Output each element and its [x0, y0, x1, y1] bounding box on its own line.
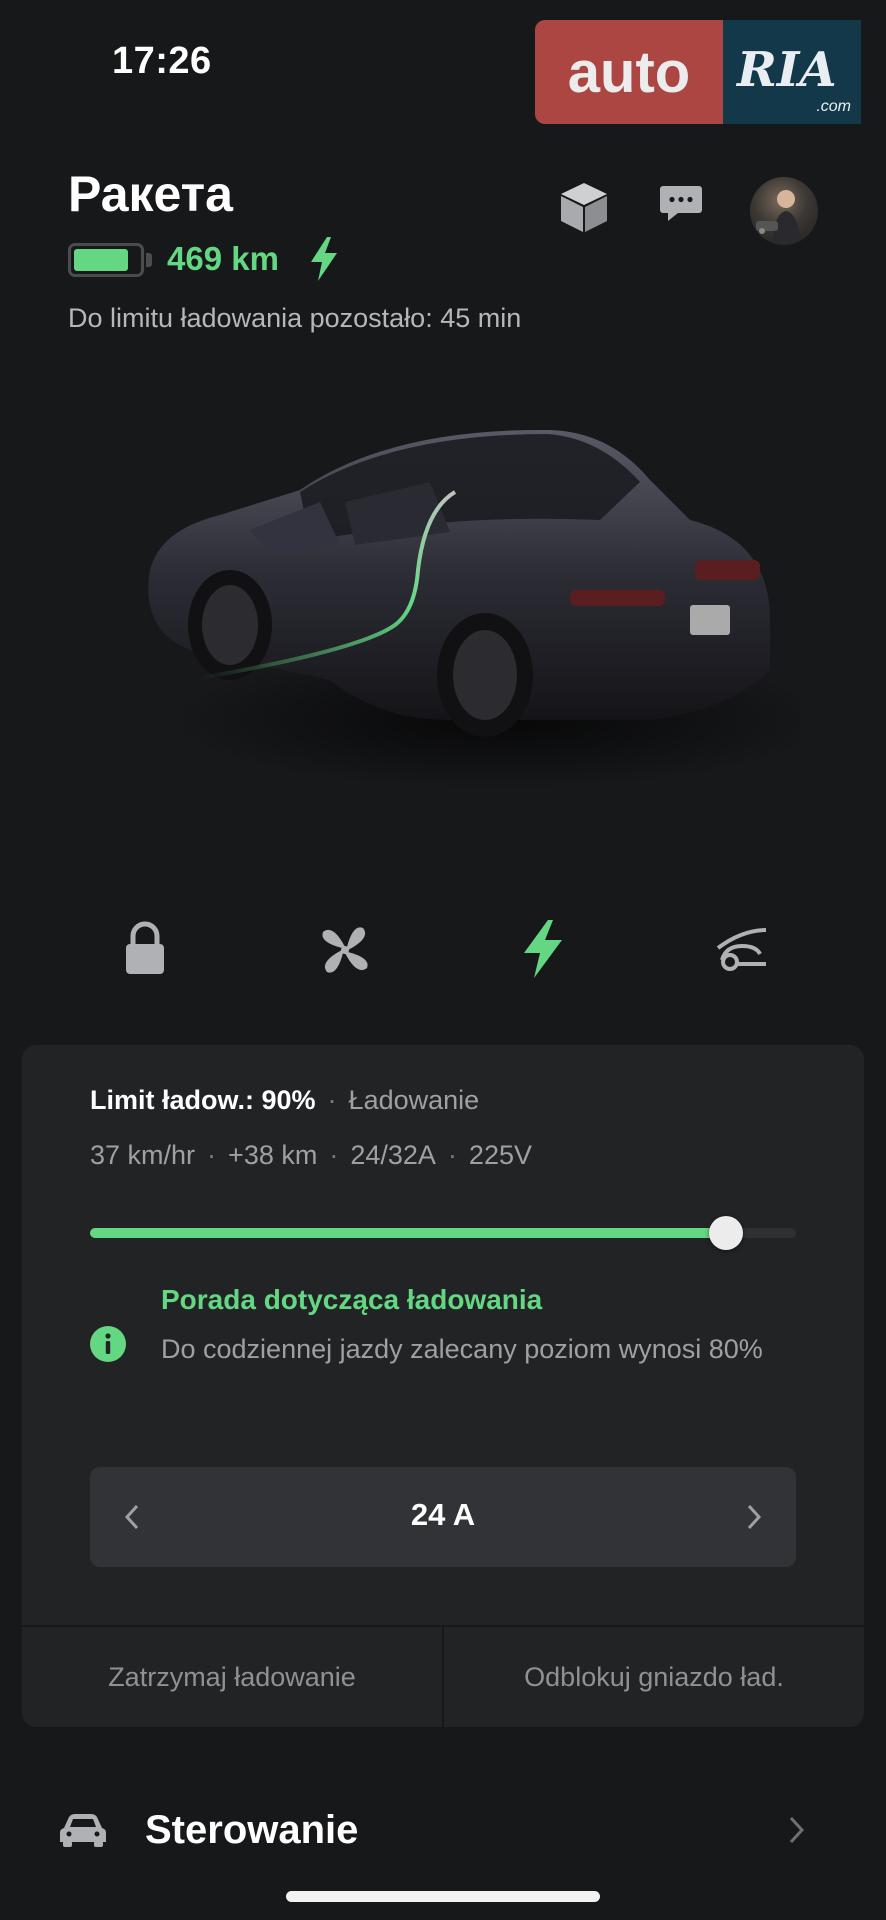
- charge-limit-slider-thumb[interactable]: [709, 1216, 743, 1250]
- charge-limit-label[interactable]: Limit ładow.: 90%: [90, 1085, 316, 1115]
- charge-voltage: 225V: [468, 1140, 532, 1170]
- watermark-auto: auto: [535, 20, 723, 124]
- amp-selector: 24 A: [90, 1467, 796, 1567]
- charge-rate: 37 km/hr: [90, 1140, 196, 1170]
- info-icon: [90, 1326, 126, 1367]
- tip-title: Porada dotycząca ładowania: [161, 1284, 543, 1315]
- charge-limit-slider[interactable]: [90, 1228, 796, 1238]
- wiper-icon[interactable]: [712, 920, 772, 979]
- charge-stats: 37 km/hr · +38 km · 24/32A · 225V: [90, 1140, 532, 1170]
- stop-charging-button[interactable]: Zatrzymaj ładowanie: [22, 1627, 442, 1727]
- car-name[interactable]: Ракета: [68, 165, 233, 223]
- charging-bolt-icon: [309, 237, 339, 286]
- watermark-logo: auto RIA .com: [535, 20, 865, 124]
- home-indicator[interactable]: [286, 1891, 600, 1902]
- range-text: 469 km: [167, 240, 279, 277]
- watermark-ria: RIA .com: [723, 20, 861, 124]
- chevron-right-icon: [786, 1814, 806, 1851]
- unlock-port-button[interactable]: Odblokuj gniazdo ład.: [444, 1627, 864, 1727]
- bolt-icon[interactable]: [520, 920, 566, 983]
- lock-icon[interactable]: [120, 920, 170, 981]
- watermark-com-text: .com: [816, 98, 851, 115]
- battery-indicator: [68, 243, 144, 277]
- charge-limit-line: Limit ładow.: 90% · Ładowanie: [90, 1085, 480, 1115]
- battery-nub: [146, 253, 152, 267]
- chevron-right-icon: [747, 1504, 762, 1530]
- car-icon: [58, 1812, 108, 1853]
- fan-icon[interactable]: [315, 920, 375, 985]
- charge-state: Ładowanie: [348, 1085, 480, 1115]
- controls-label: Sterowanie: [145, 1808, 359, 1852]
- watermark-ria-text: RIA: [737, 42, 837, 98]
- status-time: 17:26: [112, 40, 212, 82]
- amp-value: 24 A: [410, 1497, 476, 1532]
- box-icon[interactable]: [557, 180, 611, 239]
- tip-body: Do codziennej jazdy zalecany poziom wyno…: [161, 1334, 763, 1364]
- charge-current: 24/32A: [350, 1140, 436, 1170]
- avatar[interactable]: [750, 177, 818, 245]
- charge-limit-slider-fill: [90, 1228, 718, 1238]
- charge-remaining-text: Do limitu ładowania pozostało: 45 min: [68, 303, 522, 333]
- chat-icon[interactable]: [658, 180, 704, 231]
- car-image[interactable]: [130, 420, 830, 845]
- charge-added: +38 km: [228, 1140, 318, 1170]
- battery-fill: [74, 249, 129, 271]
- amp-increase-button[interactable]: [710, 1467, 796, 1567]
- controls-row[interactable]: Sterowanie: [0, 1780, 886, 1880]
